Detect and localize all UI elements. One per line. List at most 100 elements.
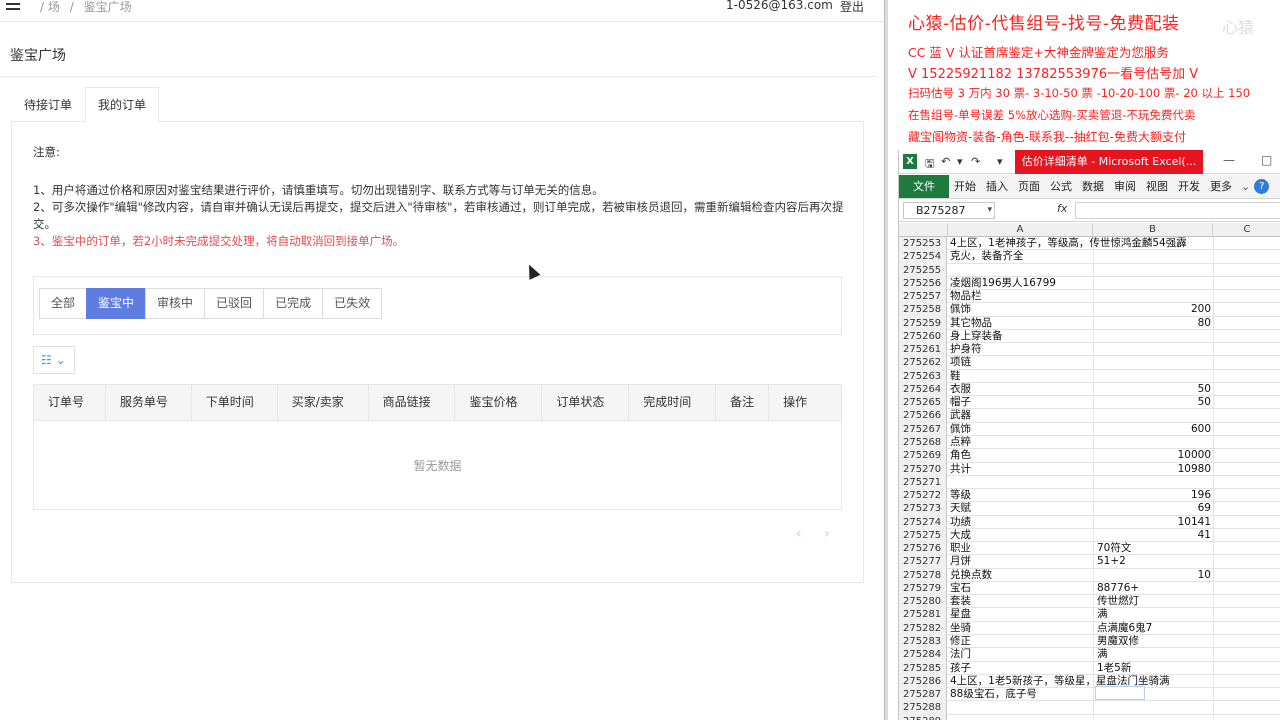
sheet-row[interactable]: 275255 bbox=[899, 263, 1280, 277]
sheet-row[interactable]: 275257 物品栏 bbox=[899, 290, 1280, 304]
sheet-row[interactable]: 275256 凌烟阁196男人16799 bbox=[899, 276, 1280, 291]
column-header[interactable]: A bbox=[948, 223, 1093, 237]
row-number[interactable]: 275283 bbox=[899, 634, 947, 649]
row-number[interactable]: 275269 bbox=[899, 449, 947, 463]
row-number[interactable]: 275262 bbox=[899, 356, 947, 370]
next-page-icon[interactable]: › bbox=[824, 526, 830, 542]
row-number[interactable]: 275253 bbox=[899, 237, 947, 251]
cell-a[interactable]: 点粹 bbox=[950, 436, 971, 449]
cell-a[interactable]: 功绩 bbox=[950, 516, 971, 529]
tab-home[interactable]: 开始 bbox=[949, 175, 981, 198]
sheet-row[interactable]: 275280 套装 传世燃灯 bbox=[899, 595, 1280, 609]
cell-b[interactable]: 69 bbox=[1095, 502, 1213, 515]
tab-more[interactable]: 更多 bbox=[1205, 175, 1237, 198]
fx-icon[interactable]: fx bbox=[1057, 202, 1067, 215]
cell-a[interactable]: 宝石 bbox=[950, 582, 971, 595]
sheet-row[interactable]: 275284 法门 满 bbox=[899, 648, 1280, 662]
collapse-ribbon-icon[interactable]: ⌄ bbox=[1241, 175, 1250, 198]
cell-b[interactable]: 10141 bbox=[1095, 516, 1213, 529]
row-number[interactable]: 275264 bbox=[899, 382, 947, 397]
sheet-row[interactable]: 275266 武器 bbox=[899, 409, 1280, 423]
breadcrumb-item[interactable]: / 场 bbox=[40, 0, 60, 14]
cell-b[interactable]: 41 bbox=[1095, 529, 1213, 542]
tab-developer[interactable]: 开发 bbox=[1173, 175, 1205, 198]
cell-a[interactable]: 其它物品 bbox=[950, 317, 992, 330]
sheet-row[interactable]: 275278 兑换点数 10 bbox=[899, 568, 1280, 582]
row-number[interactable]: 275267 bbox=[899, 422, 947, 436]
row-number[interactable]: 275275 bbox=[899, 528, 947, 543]
sheet-row[interactable]: 275287 88级宝石，底子号 bbox=[899, 688, 1280, 702]
tab-view[interactable]: 视图 bbox=[1141, 175, 1173, 198]
row-number[interactable]: 275270 bbox=[899, 462, 947, 476]
row-number[interactable]: 275278 bbox=[899, 568, 947, 582]
cell-b[interactable]: 50 bbox=[1095, 396, 1213, 409]
cell-a[interactable]: 共计 bbox=[950, 463, 971, 476]
cell-a[interactable]: 职业 bbox=[950, 542, 971, 555]
row-number[interactable]: 275287 bbox=[899, 688, 947, 702]
row-number[interactable]: 275268 bbox=[899, 435, 947, 450]
maximize-icon[interactable]: □ bbox=[1261, 153, 1272, 167]
paste-options-icon[interactable] bbox=[1095, 686, 1145, 700]
sheet-row[interactable]: 275289 bbox=[899, 714, 1280, 720]
tab-file[interactable]: 文件 bbox=[899, 175, 949, 198]
row-number[interactable]: 275257 bbox=[899, 290, 947, 304]
sheet-row[interactable]: 275267 佩饰 600 bbox=[899, 422, 1280, 436]
prev-page-icon[interactable]: ‹ bbox=[796, 526, 802, 542]
sheet-row[interactable]: 275288 bbox=[899, 701, 1280, 715]
cell-a[interactable]: 孩子 bbox=[950, 662, 971, 675]
column-header[interactable]: B bbox=[1093, 223, 1213, 237]
cell-a[interactable]: 身上穿装备 bbox=[950, 330, 1003, 343]
column-toggle-button[interactable]: ☷ ⌄ bbox=[33, 346, 75, 374]
cell-a[interactable]: 坐骑 bbox=[950, 622, 971, 635]
row-number[interactable]: 275266 bbox=[899, 409, 947, 423]
cell-b[interactable]: 10980 bbox=[1095, 463, 1213, 476]
sheet-row[interactable]: 275272 等级 196 bbox=[899, 489, 1280, 503]
sheet-row[interactable]: 275260 身上穿装备 bbox=[899, 329, 1280, 344]
sheet-row[interactable]: 275258 佩饰 200 bbox=[899, 303, 1280, 317]
sheet-row[interactable]: 275271 bbox=[899, 475, 1280, 490]
cell-b[interactable]: 80 bbox=[1095, 317, 1213, 330]
sheet-row[interactable]: 275273 天赋 69 bbox=[899, 502, 1280, 516]
tab-page[interactable]: 页面 bbox=[1013, 175, 1045, 198]
row-number[interactable]: 275258 bbox=[899, 303, 947, 317]
minimize-icon[interactable]: — bbox=[1223, 153, 1235, 167]
cell-a[interactable]: 天赋 bbox=[950, 502, 971, 515]
cell-a[interactable]: 月饼 bbox=[950, 555, 971, 568]
cell-b[interactable]: 200 bbox=[1095, 303, 1213, 316]
logout-link[interactable]: 登出 bbox=[840, 0, 864, 15]
row-number[interactable]: 275256 bbox=[899, 276, 947, 291]
sheet-row[interactable]: 275286 4上区，1老5新孩子，等级星，星盘法门坐骑满 bbox=[899, 674, 1280, 689]
sheet-row[interactable]: 275277 月饼 51+2 bbox=[899, 555, 1280, 569]
tab-review[interactable]: 审阅 bbox=[1109, 175, 1141, 198]
select-all-corner[interactable] bbox=[899, 223, 948, 237]
sheet-row[interactable]: 275281 星盘 满 bbox=[899, 608, 1280, 622]
user-email[interactable]: 1-0526@163.com bbox=[726, 0, 833, 12]
cell-a[interactable]: 帽子 bbox=[950, 396, 971, 409]
cell-a[interactable]: 衣服 bbox=[950, 383, 971, 396]
sheet-row[interactable]: 275282 坐骑 点满魔6鬼7 bbox=[899, 621, 1280, 635]
tab-formula[interactable]: 公式 bbox=[1045, 175, 1077, 198]
row-number[interactable]: 275280 bbox=[899, 595, 947, 609]
cell-b[interactable]: 70符文 bbox=[1095, 542, 1213, 555]
cell-b[interactable]: 传世燃灯 bbox=[1095, 595, 1213, 608]
tab-data[interactable]: 数据 bbox=[1077, 175, 1109, 198]
cell-b[interactable]: 196 bbox=[1095, 489, 1213, 502]
cell-b[interactable]: 10 bbox=[1095, 569, 1213, 582]
row-number[interactable]: 275265 bbox=[899, 396, 947, 410]
row-number[interactable]: 275254 bbox=[899, 250, 947, 264]
column-header[interactable]: C bbox=[1213, 223, 1280, 237]
cell-a[interactable]: 星盘 bbox=[950, 608, 971, 621]
filter-appraising-button[interactable]: 鉴宝中 bbox=[86, 288, 147, 319]
row-number[interactable]: 275281 bbox=[899, 608, 947, 622]
customize-toolbar-icon[interactable]: ▾ bbox=[997, 155, 1003, 168]
sheet-row[interactable]: 275274 功绩 10141 bbox=[899, 515, 1280, 529]
name-box[interactable]: B275287 ▾ bbox=[903, 202, 995, 219]
row-number[interactable]: 275288 bbox=[899, 701, 947, 715]
cell-b[interactable]: 51+2 bbox=[1095, 555, 1213, 568]
cell-a[interactable]: 大成 bbox=[950, 529, 971, 542]
save-icon[interactable]: 🖫 bbox=[925, 155, 934, 174]
menu-icon[interactable] bbox=[6, 0, 20, 13]
sheet-row[interactable]: 275262 项链 bbox=[899, 356, 1280, 370]
cell-a[interactable]: 物品栏 bbox=[950, 290, 982, 303]
sheet-row[interactable]: 275259 其它物品 80 bbox=[899, 316, 1280, 330]
